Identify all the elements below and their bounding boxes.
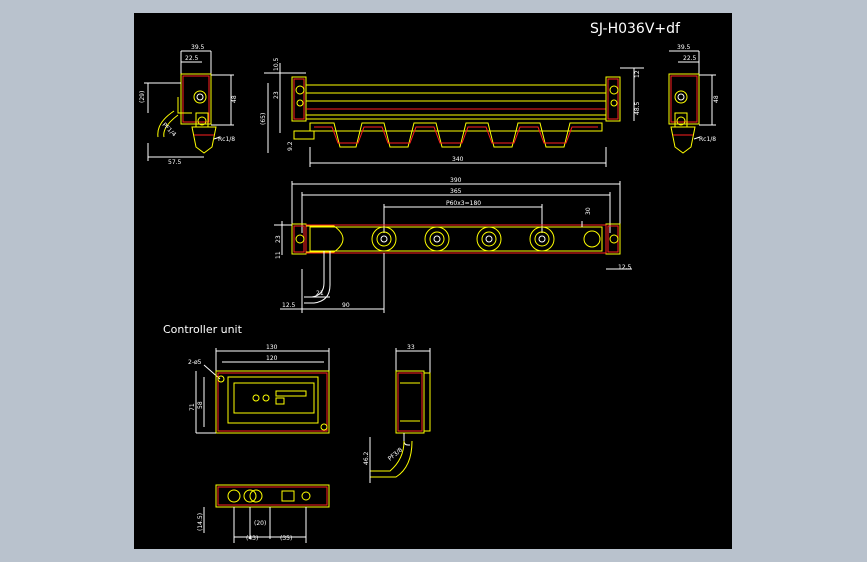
dim-22-5-left: 22.5 (185, 55, 199, 62)
dim-21: 21 (316, 290, 324, 297)
top-view: 390 365 P60x3=180 23 11 30 12.5 21 12.5 … (274, 177, 632, 313)
dim-pitch: P60x3=180 (446, 200, 481, 207)
label-rc1-8-left: Rc1/8 (218, 136, 235, 143)
label-2-holes: 2-ø5 (188, 359, 202, 366)
dim-12: 12 (634, 70, 641, 78)
dim-365: 365 (450, 188, 462, 195)
dim-46-2: 46.2 (363, 451, 370, 465)
dim-48-left: 48 (231, 95, 238, 103)
nozzle-3 (476, 226, 502, 252)
dim-390: 390 (450, 177, 462, 184)
cad-drawing: SJ-H036V+df 39.5 22.5 (29) 48 57.5 Rc1/8… (139, 21, 720, 543)
dim-33: 33 (407, 344, 415, 351)
dim-14-5: (14.5) (197, 513, 204, 531)
left-side-view: 39.5 22.5 (29) 48 57.5 Rc1/8 PF1/4 (139, 44, 238, 166)
controller-side-view: 33 46.2 PF3/8 (363, 344, 431, 483)
dim-340: 340 (452, 156, 464, 163)
controller-bottom-view: (14.5) (20) (43) (35) (197, 484, 330, 543)
dim-11: 11 (275, 251, 282, 259)
dim-30: 30 (585, 207, 592, 215)
dim-22-5-right: 22.5 (683, 55, 697, 62)
dim-9-2: 9.2 (287, 141, 294, 151)
dim-48-right: 48 (713, 95, 720, 103)
dim-39-5-left: 39.5 (191, 44, 205, 51)
dim-35: (35) (280, 535, 292, 542)
dim-23-front: 23 (273, 91, 280, 99)
dim-90: 90 (342, 302, 350, 309)
dim-10-5: 10.5 (273, 57, 280, 71)
dim-23-top: 23 (275, 235, 282, 243)
section-title-controller: Controller unit (163, 323, 243, 336)
dim-12-5-right: 12.5 (618, 264, 632, 271)
drawing-title: SJ-H036V+df (590, 21, 681, 37)
label-rc1-8-right: Rc1/8 (699, 136, 716, 143)
dim-58: 58 (197, 401, 204, 409)
controller-front-view: 130 120 2-ø5 71 58 (188, 344, 330, 434)
dim-20: (20) (254, 520, 266, 527)
dim-29-left: (29) (139, 91, 146, 103)
dim-65: (65) (260, 113, 267, 125)
label-pf1-4: PF1/4 (161, 121, 178, 138)
dim-120: 120 (266, 355, 278, 362)
dim-43: (43) (246, 535, 258, 542)
dim-39-5-right: 39.5 (677, 44, 691, 51)
dim-130: 130 (266, 344, 278, 351)
right-side-view: 39.5 22.5 48 Rc1/8 (668, 44, 720, 154)
dim-57-5-left: 57.5 (168, 159, 182, 166)
dim-71: 71 (189, 403, 196, 411)
nozzle-2 (424, 226, 450, 252)
dim-12-5-left: 12.5 (282, 302, 296, 309)
dim-48-5: 48.5 (634, 101, 641, 115)
front-view: 10.5 23 (65) 9.2 340 12 48.5 (260, 57, 644, 167)
cad-drawing-canvas: SJ-H036V+df 39.5 22.5 (29) 48 57.5 Rc1/8… (134, 13, 732, 549)
